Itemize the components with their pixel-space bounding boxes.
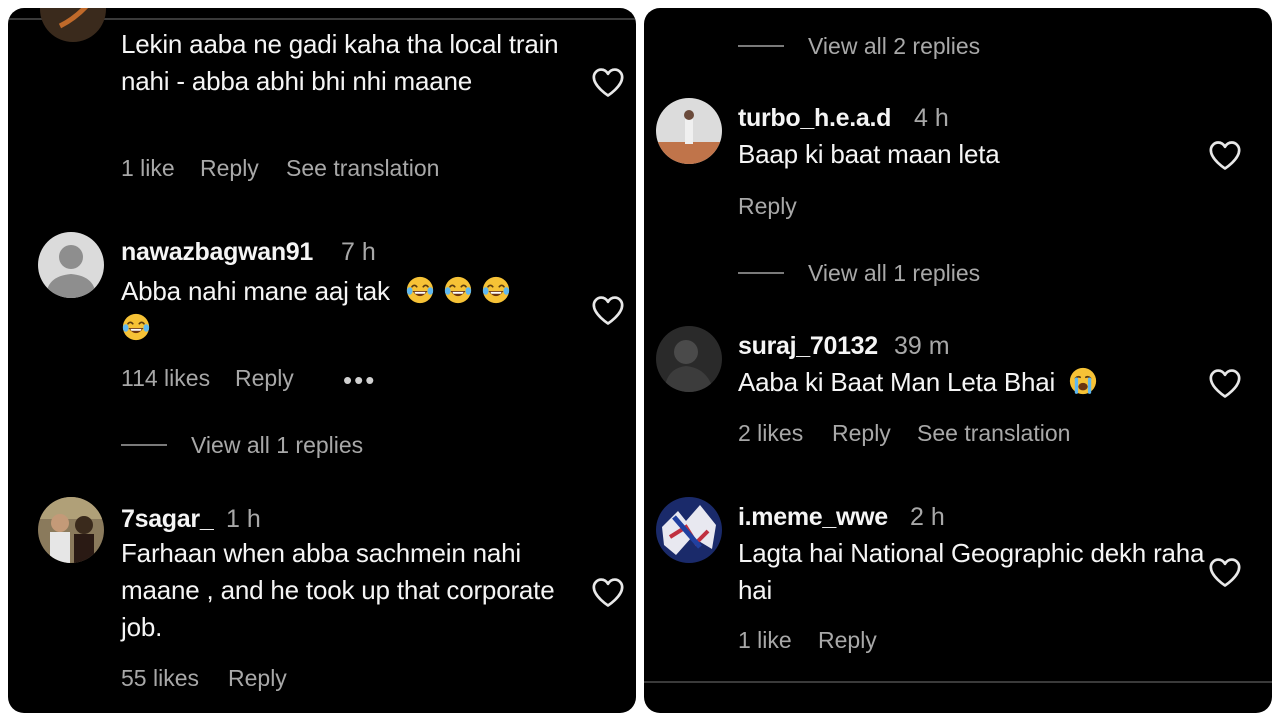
comment-time: 4 h — [914, 104, 949, 132]
view-replies-button[interactable]: View all 1 replies — [808, 260, 980, 287]
comment-text: Aaba ki Baat Man Leta Bhai — [738, 364, 1178, 401]
username[interactable]: 7sagar_ — [121, 505, 214, 534]
reply-button[interactable]: Reply — [738, 193, 797, 220]
reply-button[interactable]: Reply — [200, 155, 259, 182]
avatar[interactable] — [656, 497, 722, 563]
likes-count[interactable]: 2 likes — [738, 420, 803, 447]
see-translation-button[interactable]: See translation — [917, 420, 1070, 447]
comment-text: Lagta hai National Geographic dekh raha … — [738, 538, 1205, 605]
likes-count[interactable]: 1 like — [121, 155, 175, 182]
avatar-image — [656, 497, 722, 563]
reply-button[interactable]: Reply — [235, 365, 294, 392]
crying-emoji-icon — [1068, 366, 1098, 396]
likes-count[interactable]: 1 like — [738, 627, 792, 654]
avatar-image — [656, 98, 722, 164]
avatar[interactable] — [38, 232, 104, 298]
comment-text-content: Abba nahi mane aaj tak — [121, 276, 390, 306]
reply-button[interactable]: Reply — [818, 627, 877, 654]
laughing-emoji-icon — [481, 275, 511, 305]
view-replies-button[interactable]: View all 1 replies — [191, 432, 363, 459]
comment-text-content: Aaba ki Baat Man Leta Bhai — [738, 367, 1056, 397]
reply-button[interactable]: Reply — [228, 665, 287, 692]
heart-icon[interactable] — [1208, 367, 1242, 399]
heart-icon[interactable] — [591, 294, 625, 326]
comment-time: 7 h — [341, 238, 376, 266]
replies-divider — [121, 444, 167, 446]
laughing-emoji-icon — [443, 275, 473, 305]
heart-icon[interactable] — [591, 576, 625, 608]
avatar-image — [656, 326, 722, 392]
divider — [644, 681, 1272, 683]
heart-icon[interactable] — [1208, 556, 1242, 588]
avatar[interactable] — [38, 497, 104, 563]
comment-text: Baap ki baat maan leta — [738, 139, 1000, 169]
avatar[interactable] — [40, 8, 106, 42]
avatar[interactable] — [656, 326, 722, 392]
heart-icon[interactable] — [1208, 139, 1242, 171]
comment-text: Farhaan when abba sachmein nahi maane , … — [121, 538, 555, 642]
username[interactable]: suraj_70132 — [738, 332, 878, 361]
username[interactable]: nawazbagwan91 — [121, 238, 313, 267]
laughing-emoji-icon — [405, 275, 435, 305]
default-avatar-icon — [38, 232, 104, 298]
username[interactable]: i.meme_wwe — [738, 503, 888, 532]
more-options-icon[interactable]: ••• — [343, 367, 376, 393]
comments-panel-left: Lekin aaba ne gadi kaha tha local train … — [8, 8, 636, 713]
see-translation-button[interactable]: See translation — [286, 155, 439, 182]
replies-divider — [738, 272, 784, 274]
avatar[interactable] — [656, 98, 722, 164]
username[interactable]: turbo_h.e.a.d — [738, 104, 891, 133]
likes-count[interactable]: 114 likes — [121, 365, 210, 392]
likes-count[interactable]: 55 likes — [121, 665, 199, 692]
view-replies-button[interactable]: View all 2 replies — [808, 33, 980, 60]
comment-text: Lekin aaba ne gadi kaha tha local train … — [121, 29, 559, 96]
heart-icon[interactable] — [591, 66, 625, 98]
comment-time: 1 h — [226, 505, 261, 533]
reply-button[interactable]: Reply — [832, 420, 891, 447]
replies-divider — [738, 45, 784, 47]
comment-text: Abba nahi mane aaj tak — [121, 273, 561, 347]
comment-time: 2 h — [910, 503, 945, 531]
comment-time: 39 m — [894, 332, 950, 360]
comments-panel-right: View all 2 replies turbo_h.e.a.d 4 h Baa… — [644, 8, 1272, 713]
avatar-image — [38, 497, 104, 563]
laughing-emoji-icon — [121, 312, 151, 342]
avatar-image — [40, 8, 106, 42]
